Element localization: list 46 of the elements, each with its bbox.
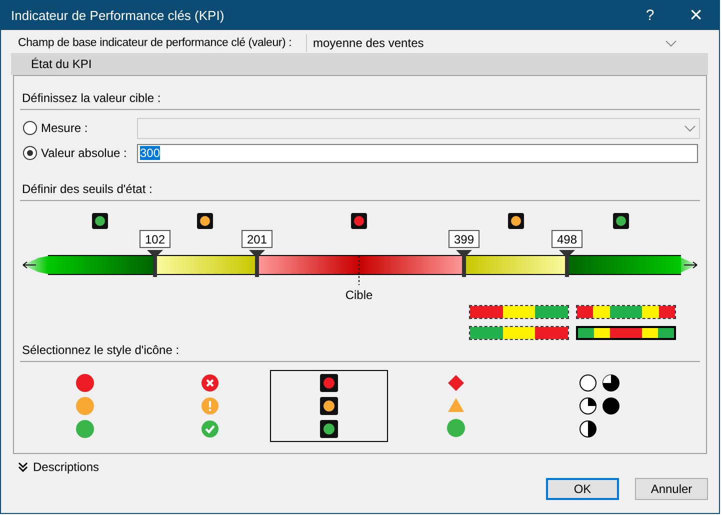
cancel-button[interactable]: Annuler: [635, 478, 708, 500]
close-button[interactable]: ×: [673, 0, 719, 30]
descriptions-toggle[interactable]: Descriptions: [33, 460, 100, 474]
chevron-down-icon: [664, 38, 678, 48]
diamond-icon: [447, 374, 465, 392]
band-style-option[interactable]: [469, 305, 569, 319]
traffic-light-icon: [320, 396, 338, 415]
kpi-state-tab[interactable]: État du KPI: [11, 57, 92, 71]
traffic-light-icon: [197, 213, 213, 229]
filled-circle-icon: [602, 396, 620, 415]
band-style-option[interactable]: [469, 326, 569, 340]
help-button[interactable]: ?: [627, 0, 673, 30]
triangle-icon: [447, 396, 465, 413]
band-style-option[interactable]: [576, 326, 676, 340]
empty-circle-icon: [578, 374, 596, 392]
value-field[interactable]: 300: [137, 144, 698, 162]
target-label: Cible: [345, 288, 373, 302]
base-field-label: Champ de base indicateur de performance clé (valeur) :: [17, 37, 293, 49]
expand-icon[interactable]: [18, 462, 28, 472]
warning-icon: [201, 396, 219, 415]
chevron-down-icon: [683, 123, 697, 133]
pie-icon: [602, 374, 620, 392]
section-heading: Définir des seuils d'état :: [21, 182, 154, 196]
circle-icon: [446, 418, 466, 438]
band-style-option[interactable]: [576, 305, 676, 319]
half-circle-icon: [578, 420, 596, 438]
section-heading: Sélectionnez le style d'icône :: [21, 343, 180, 357]
circle-icon: [75, 419, 95, 440]
error-icon: [201, 374, 219, 392]
icon-style-option[interactable]: [270, 370, 388, 442]
section-heading: Définissez la valeur cible :: [21, 91, 162, 105]
check-icon: [201, 420, 219, 438]
traffic-light-icon: [92, 213, 108, 229]
radio-button[interactable]: [23, 146, 37, 160]
traffic-light-icon: [613, 213, 629, 229]
circle-icon: [75, 396, 95, 416]
base-field-dropdown[interactable]: moyenne des ventes: [306, 34, 680, 52]
traffic-light-icon: [320, 374, 338, 392]
traffic-light-icon: [320, 420, 338, 438]
window-title: Indicateur de Performance clés (KPI): [10, 8, 226, 22]
option-label[interactable]: Valeur absolue :: [41, 146, 127, 160]
circle-icon: [75, 372, 95, 393]
pie-icon: [578, 396, 596, 415]
ok-button[interactable]: OK: [546, 478, 619, 500]
traffic-light-icon: [508, 213, 524, 229]
traffic-light-icon: [351, 213, 367, 229]
